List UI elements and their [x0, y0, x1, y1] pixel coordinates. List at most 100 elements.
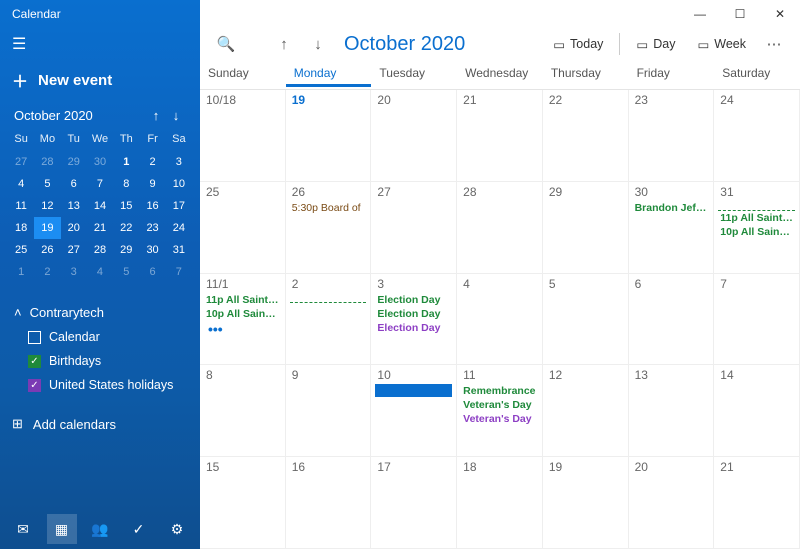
day-cell[interactable]: 30Brandon Jeffery — [629, 182, 715, 274]
mini-day[interactable]: 29 — [61, 151, 87, 173]
day-view-button[interactable]: ▭ Day — [630, 33, 681, 56]
mini-day[interactable]: 8 — [113, 173, 139, 195]
mini-day[interactable]: 12 — [34, 195, 60, 217]
day-cell[interactable]: 2 — [286, 274, 372, 366]
mini-day[interactable]: 27 — [8, 151, 34, 173]
next-month-icon[interactable]: ↓ — [306, 36, 330, 53]
day-cell[interactable]: 19 — [543, 457, 629, 549]
mini-day[interactable]: 27 — [61, 239, 87, 261]
mini-day[interactable]: 22 — [113, 217, 139, 239]
mini-day[interactable]: 6 — [61, 173, 87, 195]
day-cell[interactable]: 265:30p Board of — [286, 182, 372, 274]
mini-day[interactable]: 7 — [166, 261, 192, 283]
mini-day[interactable]: 28 — [34, 151, 60, 173]
event[interactable] — [718, 201, 795, 211]
day-cell[interactable]: 8 — [200, 365, 286, 457]
day-cell[interactable]: 3111p All Saints' Da10p All Saints' Da — [714, 182, 800, 274]
event[interactable]: 11p All Saints' Day — [204, 293, 281, 307]
mini-day[interactable]: 17 — [166, 195, 192, 217]
month-title[interactable]: October 2020 — [344, 33, 465, 56]
day-cell[interactable]: 7 — [714, 274, 800, 366]
mini-next-icon[interactable]: ↓ — [166, 108, 186, 123]
mini-day[interactable]: 4 — [8, 173, 34, 195]
day-cell[interactable]: 25 — [200, 182, 286, 274]
event[interactable] — [375, 384, 452, 397]
hamburger-icon[interactable]: ☰ — [0, 28, 200, 60]
mini-day[interactable]: 13 — [61, 195, 87, 217]
people-icon[interactable]: 👥 — [85, 514, 115, 544]
event[interactable]: 10p All Saints' Da — [204, 307, 281, 321]
todo-icon[interactable]: ✓ — [124, 514, 154, 544]
mini-day[interactable]: 24 — [166, 217, 192, 239]
mini-day[interactable]: 31 — [166, 239, 192, 261]
mini-prev-icon[interactable]: ↑ — [146, 108, 166, 123]
day-cell[interactable]: 11/111p All Saints' Day10p All Saints' D… — [200, 274, 286, 366]
event[interactable]: 11p All Saints' Da — [718, 211, 795, 225]
day-cell[interactable]: 6 — [629, 274, 715, 366]
day-cell[interactable]: 11RemembranceVeteran's DayVeteran's Day — [457, 365, 543, 457]
minimize-button[interactable]: ― — [680, 0, 720, 28]
mini-day[interactable]: 1 — [8, 261, 34, 283]
day-cell[interactable]: 15 — [200, 457, 286, 549]
mini-month-label[interactable]: October 2020 — [14, 108, 93, 123]
mail-icon[interactable]: ✉ — [8, 514, 38, 544]
more-icon[interactable]: ⋯ — [762, 35, 786, 53]
day-cell[interactable]: 22 — [543, 90, 629, 182]
event[interactable]: Election Day — [375, 293, 452, 307]
event[interactable]: Election Day — [375, 307, 452, 321]
more-events-icon[interactable]: ••• — [204, 321, 281, 337]
mini-day[interactable]: 6 — [139, 261, 165, 283]
mini-day[interactable]: 18 — [8, 217, 34, 239]
mini-day[interactable]: 4 — [87, 261, 113, 283]
today-button[interactable]: ▭ Today — [547, 33, 609, 56]
day-cell[interactable]: 23 — [629, 90, 715, 182]
add-calendars-button[interactable]: ⊞ Add calendars — [0, 410, 200, 438]
mini-day[interactable]: 19 — [34, 217, 60, 239]
day-cell[interactable]: 20 — [371, 90, 457, 182]
day-cell[interactable]: 13 — [629, 365, 715, 457]
day-cell[interactable]: 27 — [371, 182, 457, 274]
day-cell[interactable]: 9 — [286, 365, 372, 457]
mini-day[interactable]: 26 — [34, 239, 60, 261]
event[interactable]: Veteran's Day — [461, 412, 538, 426]
mini-day[interactable]: 21 — [87, 217, 113, 239]
mini-day[interactable]: 9 — [139, 173, 165, 195]
week-view-button[interactable]: ▭ Week — [691, 33, 752, 56]
mini-day[interactable]: 10 — [166, 173, 192, 195]
event[interactable]: Brandon Jeffery — [633, 201, 710, 215]
day-cell[interactable]: 19 — [286, 90, 372, 182]
event[interactable]: Veteran's Day — [461, 398, 538, 412]
day-cell[interactable]: 10 — [371, 365, 457, 457]
search-icon[interactable]: 🔍 — [214, 35, 238, 53]
mini-day[interactable]: 30 — [139, 239, 165, 261]
mini-day[interactable]: 3 — [61, 261, 87, 283]
mini-day[interactable]: 20 — [61, 217, 87, 239]
mini-day[interactable]: 7 — [87, 173, 113, 195]
mini-day[interactable]: 1 — [113, 151, 139, 173]
day-cell[interactable]: 18 — [457, 457, 543, 549]
calendar-toggle[interactable]: ✓Birthdays — [28, 354, 190, 368]
day-cell[interactable]: 17 — [371, 457, 457, 549]
day-cell[interactable]: 16 — [286, 457, 372, 549]
day-cell[interactable]: 29 — [543, 182, 629, 274]
close-button[interactable]: ✕ — [760, 0, 800, 28]
mini-day[interactable]: 5 — [113, 261, 139, 283]
mini-day[interactable]: 25 — [8, 239, 34, 261]
day-cell[interactable]: 21 — [457, 90, 543, 182]
day-cell[interactable]: 3Election DayElection DayElection Day — [371, 274, 457, 366]
mini-day[interactable]: 2 — [139, 151, 165, 173]
mini-day[interactable]: 2 — [34, 261, 60, 283]
account-header[interactable]: ˄ Contrarytech — [10, 301, 190, 324]
calendar-toggle[interactable]: ✓United States holidays — [28, 378, 190, 392]
new-event-button[interactable]: ＋ New event — [0, 60, 200, 104]
day-cell[interactable]: 14 — [714, 365, 800, 457]
event[interactable]: Remembrance — [461, 384, 538, 398]
mini-day[interactable]: 14 — [87, 195, 113, 217]
day-cell[interactable]: 20 — [629, 457, 715, 549]
day-cell[interactable]: 4 — [457, 274, 543, 366]
event[interactable]: Election Day — [375, 321, 452, 335]
event[interactable]: 5:30p Board of — [290, 201, 367, 215]
event[interactable]: 10p All Saints' Da — [718, 225, 795, 239]
day-cell[interactable]: 12 — [543, 365, 629, 457]
calendar-toggle[interactable]: Calendar — [28, 330, 190, 344]
